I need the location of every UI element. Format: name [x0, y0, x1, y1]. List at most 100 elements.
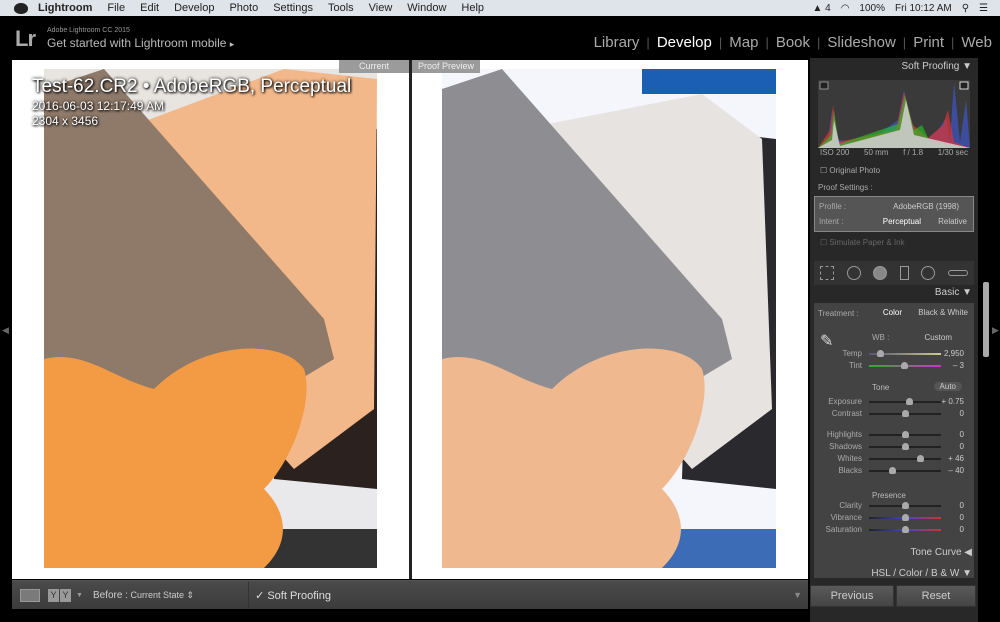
menu-tools[interactable]: Tools: [328, 2, 354, 14]
loupe-view-button[interactable]: [20, 588, 40, 602]
before-after-view-button[interactable]: YY: [48, 588, 72, 602]
treatment-bw[interactable]: Black & White: [918, 308, 968, 317]
module-slideshow[interactable]: Slideshow: [827, 34, 895, 51]
slider-temp[interactable]: [869, 350, 941, 357]
module-map[interactable]: Map: [729, 34, 758, 51]
slider-blacks[interactable]: [869, 467, 941, 474]
original-photo-toggle[interactable]: ☐ Original Photo: [814, 166, 974, 175]
slider-value-shadows[interactable]: 0: [960, 442, 964, 451]
reset-button[interactable]: Reset: [896, 585, 976, 607]
proof-preview-pane[interactable]: Proof Preview: [412, 60, 808, 579]
slider-exposure[interactable]: [869, 398, 941, 405]
radial-filter-icon[interactable]: [921, 266, 936, 280]
menu-file[interactable]: File: [107, 2, 125, 14]
menu-window[interactable]: Window: [407, 2, 446, 14]
wb-select[interactable]: Custom: [924, 333, 952, 342]
crop-overlay-icon[interactable]: [820, 266, 835, 280]
slider-value-whites[interactable]: + 46: [948, 454, 964, 463]
right-panel: Soft Proofing ▼ ISO 200 50 mm f / 1.8 1/…: [810, 58, 978, 622]
slider-thumb[interactable]: [902, 410, 909, 417]
red-eye-icon[interactable]: [873, 266, 888, 280]
slider-vibrance[interactable]: [869, 514, 941, 521]
slider-value-clarity[interactable]: 0: [960, 501, 964, 510]
slider-thumb[interactable]: [917, 455, 925, 462]
previous-button[interactable]: Previous: [810, 585, 894, 607]
tone-label: Tone: [872, 383, 890, 392]
slider-value-contrast[interactable]: 0: [960, 409, 964, 418]
soft-proofing-checkbox[interactable]: ✓ Soft Proofing: [255, 589, 331, 602]
module-develop[interactable]: Develop: [657, 34, 712, 51]
soft-proofing-header[interactable]: Soft Proofing ▼: [810, 58, 978, 76]
auto-tone-button[interactable]: Auto: [933, 382, 962, 391]
graduated-filter-icon[interactable]: [899, 266, 909, 280]
slider-thumb[interactable]: [876, 350, 884, 357]
slider-value-blacks[interactable]: – 40: [948, 466, 964, 475]
module-book[interactable]: Book: [776, 34, 810, 51]
slider-tint[interactable]: [869, 362, 941, 369]
slider-thumb[interactable]: [902, 526, 909, 533]
right-panel-toggle-icon[interactable]: ▶: [992, 325, 999, 336]
adobe-count: 4: [825, 2, 831, 14]
menu-help[interactable]: Help: [461, 2, 484, 14]
wb-label: WB :: [872, 333, 890, 342]
view-mode-dropdown-icon[interactable]: ▼: [76, 592, 83, 599]
wifi-icon[interactable]: ◠: [841, 3, 850, 14]
menu-develop[interactable]: Develop: [174, 2, 214, 14]
menu-view[interactable]: View: [369, 2, 393, 14]
module-print[interactable]: Print: [913, 34, 944, 51]
slider-thumb[interactable]: [902, 431, 909, 438]
slider-thumb[interactable]: [902, 502, 909, 509]
notification-center-icon[interactable]: ☰: [979, 3, 988, 14]
profile-select[interactable]: AdobeRGB (1998): [893, 202, 959, 211]
slider-thumb[interactable]: [906, 398, 914, 405]
toolbar-menu-icon[interactable]: ▼: [793, 590, 802, 600]
slider-value-vibrance[interactable]: 0: [960, 513, 964, 522]
slider-saturation[interactable]: [869, 526, 941, 533]
slider-thumb[interactable]: [901, 362, 909, 369]
presence-label: Presence: [872, 491, 906, 500]
slider-thumb[interactable]: [889, 467, 897, 474]
treatment-color[interactable]: Color: [883, 308, 902, 317]
tone-curve-header[interactable]: Tone Curve ◀: [810, 544, 978, 562]
slider-shadows[interactable]: [869, 443, 941, 450]
slider-thumb[interactable]: [902, 443, 909, 450]
slider-value-highlights[interactable]: 0: [960, 430, 964, 439]
slider-value-exposure[interactable]: + 0.75: [942, 397, 964, 406]
apple-icon[interactable]: [14, 2, 28, 14]
adjustment-brush-icon[interactable]: [947, 270, 968, 276]
slider-value-saturation[interactable]: 0: [960, 525, 964, 534]
module-library[interactable]: Library: [594, 34, 640, 51]
current-pane[interactable]: Test-62.CR2 • AdobeRGB, Perceptual 2016-…: [12, 60, 409, 579]
mobile-promo[interactable]: Get started with Lightroom mobile ▸: [47, 36, 234, 50]
slider-highlights[interactable]: [869, 431, 941, 438]
clock[interactable]: Fri 10:12 AM: [895, 3, 952, 14]
slider-value-tint[interactable]: – 3: [953, 361, 964, 370]
histogram[interactable]: [818, 80, 970, 148]
menu-settings[interactable]: Settings: [273, 2, 313, 14]
basic-header[interactable]: Basic ▼: [810, 284, 978, 302]
slider-clarity[interactable]: [869, 502, 941, 509]
intent-relative[interactable]: Relative: [938, 217, 967, 226]
slider-contrast[interactable]: [869, 410, 941, 417]
module-separator: |: [902, 35, 907, 50]
slider-thumb[interactable]: [902, 514, 909, 521]
spotlight-icon[interactable]: ⚲: [962, 3, 969, 14]
adobe-cc-icon[interactable]: ▲ 4: [812, 3, 830, 14]
left-panel-toggle-icon[interactable]: ◀: [2, 325, 9, 336]
intent-perceptual[interactable]: Perceptual: [883, 217, 921, 226]
slider-whites[interactable]: [869, 455, 941, 462]
panel-scrollbar[interactable]: [983, 282, 989, 357]
menu-edit[interactable]: Edit: [140, 2, 159, 14]
module-web[interactable]: Web: [961, 34, 992, 51]
menu-app[interactable]: Lightroom: [38, 2, 92, 14]
menu-photo[interactable]: Photo: [229, 2, 258, 14]
simulate-paper-checkbox[interactable]: ☐ Simulate Paper & Ink: [814, 238, 974, 247]
hsl-header[interactable]: HSL / Color / B & W ▼: [810, 565, 978, 583]
slider-value-temp[interactable]: 2,950: [944, 349, 964, 358]
before-state-select[interactable]: Before : Current State ⇕: [93, 590, 194, 601]
treatment-label: Treatment :: [818, 309, 859, 318]
wb-eyedropper-icon[interactable]: ✎: [820, 331, 833, 351]
battery-status[interactable]: 100%: [859, 3, 885, 14]
before-icon: Y: [48, 588, 59, 602]
spot-removal-icon[interactable]: [846, 266, 861, 280]
